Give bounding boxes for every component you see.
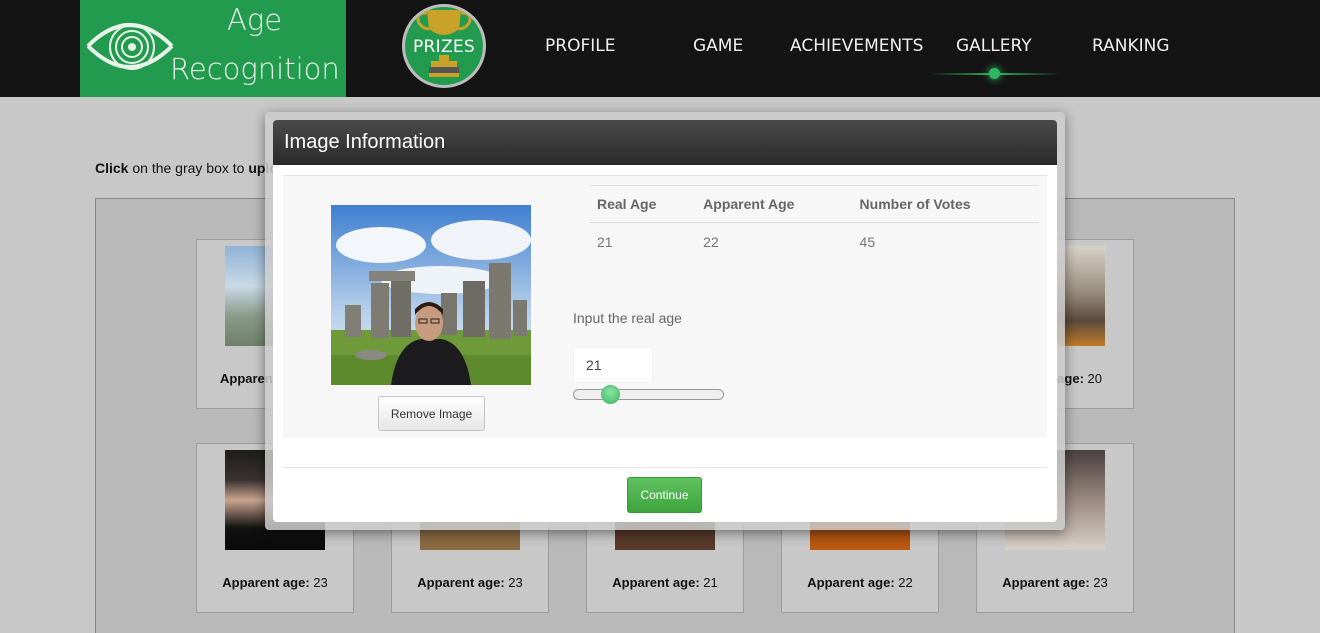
image-information-modal: Image Information Remove Image Real Age … (273, 120, 1057, 522)
continue-button[interactable]: Continue (627, 477, 702, 513)
nav-achievements[interactable]: ACHIEVEMENTS (790, 36, 923, 56)
nav-ranking[interactable]: RANKING (1092, 36, 1170, 56)
real-age-value: 21 (597, 233, 613, 250)
real-age-slider-thumb[interactable] (601, 385, 620, 404)
table-row: 21 22 45 (589, 223, 1039, 261)
apparent-age-value: 22 (703, 233, 719, 250)
nav-profile[interactable]: PROFILE (545, 36, 615, 56)
active-nav-indicator-dot (989, 68, 1000, 79)
real-age-input-label: Input the real age (573, 310, 682, 326)
stonehenge-portrait-image (331, 205, 531, 385)
prizes-button[interactable]: PRIZES (402, 4, 486, 88)
nav-gallery[interactable]: GALLERY (956, 36, 1032, 56)
top-navigation-bar: Age Recognition PRIZES PROFILE GAME ACHI… (0, 0, 1320, 97)
number-of-votes-value: 45 (859, 233, 876, 250)
modal-title: Image Information (284, 131, 446, 153)
number-of-votes-header: Number of Votes (851, 185, 1039, 223)
modal-footer-divider (283, 467, 1047, 468)
eye-logo-icon (86, 23, 174, 70)
image-info-table: Real Age Apparent Age Number of Votes 21… (589, 185, 1039, 261)
remove-image-button[interactable]: Remove Image (378, 396, 485, 431)
modal-header: Image Information (273, 120, 1057, 165)
selected-photo (331, 205, 531, 385)
prizes-label: PRIZES (412, 37, 476, 57)
modal-body: Remove Image Real Age Apparent Age Numbe… (283, 175, 1047, 438)
app-logo[interactable]: Age Recognition (80, 0, 346, 97)
real-age-input[interactable]: 21 (573, 347, 653, 383)
apparent-age-header: Apparent Age (695, 185, 852, 223)
real-age-slider-track[interactable] (573, 389, 724, 400)
nav-game[interactable]: GAME (693, 36, 743, 56)
logo-title-line2: Recognition (170, 52, 340, 86)
real-age-header: Real Age (589, 185, 696, 223)
logo-title-line1: Age (227, 3, 283, 37)
